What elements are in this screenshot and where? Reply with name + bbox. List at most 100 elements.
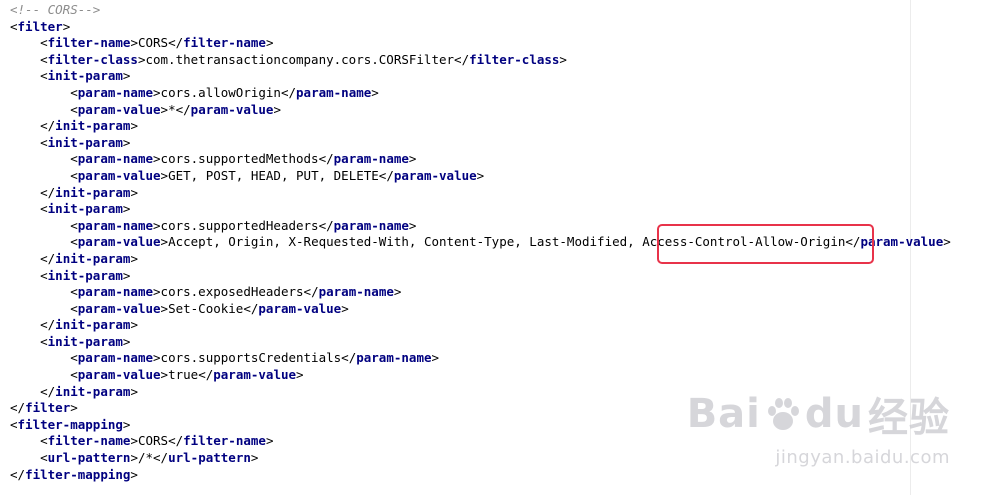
close-tag-name: param-value <box>190 101 274 117</box>
open-tag-name: init-param <box>47 201 123 217</box>
tag-bracket: </ <box>153 450 169 466</box>
open-tag-name: param-name <box>77 217 154 233</box>
tag-bracket: </ <box>243 300 259 316</box>
tag-bracket: > <box>160 300 169 316</box>
tag-bracket: </ <box>175 101 191 117</box>
open-tag-name: init-param <box>47 333 123 349</box>
code-line[interactable]: <init-param> <box>10 68 951 85</box>
open-tag-name: filter-name <box>47 35 131 51</box>
tag-bracket: > <box>153 217 161 233</box>
close-tag-name: param-name <box>333 217 409 233</box>
open-tag-name: param-value <box>77 167 161 183</box>
code-line[interactable]: <!-- CORS--> <box>10 2 951 19</box>
code-line[interactable]: <param-name>cors.supportedMethods</param… <box>10 151 951 168</box>
open-tag-name: init-param <box>47 68 123 84</box>
watermark-brand: Bai <box>686 391 761 437</box>
tag-bracket: > <box>160 101 169 117</box>
element-value: CORS <box>137 433 169 449</box>
tag-bracket: > <box>153 284 161 300</box>
close-tag-name: param-value <box>393 167 477 183</box>
tag-bracket: > <box>130 118 138 134</box>
close-tag-name: init-param <box>55 383 131 399</box>
open-tag-name: filter <box>17 18 63 34</box>
open-tag-name: param-name <box>77 284 154 300</box>
element-value: true <box>168 367 199 383</box>
tag-bracket: > <box>122 333 131 349</box>
code-line[interactable]: <param-value>true</param-value> <box>10 367 951 384</box>
close-tag-name: init-param <box>55 118 131 134</box>
tag-bracket: > <box>341 300 349 316</box>
tag-bracket: > <box>130 466 138 482</box>
code-line[interactable]: <filter-name>CORS</filter-name> <box>10 35 951 52</box>
tag-bracket: > <box>273 101 281 117</box>
code-line[interactable]: <init-param> <box>10 334 951 351</box>
code-line[interactable]: <init-param> <box>10 201 951 218</box>
code-line[interactable]: </init-param> <box>10 118 951 135</box>
tag-bracket: </ <box>168 433 184 449</box>
tag-bracket: > <box>122 416 131 432</box>
tag-bracket: < <box>40 35 48 51</box>
element-value: /* <box>137 450 154 466</box>
tag-bracket: > <box>130 450 138 466</box>
code-line[interactable]: <init-param> <box>10 268 951 285</box>
code-line[interactable]: </init-param> <box>10 185 951 202</box>
tag-bracket: > <box>160 167 169 183</box>
close-tag-name: param-name <box>318 284 394 300</box>
open-tag-name: param-value <box>77 367 161 383</box>
tag-bracket: > <box>265 433 274 449</box>
tag-bracket: </ <box>198 367 214 383</box>
tag-bracket: </ <box>40 317 56 333</box>
code-line[interactable]: <param-value>GET, POST, HEAD, PUT, DELET… <box>10 168 951 185</box>
tag-bracket: </ <box>40 250 56 266</box>
tag-bracket: < <box>40 433 48 449</box>
element-value: cors.supportedHeaders <box>160 217 319 233</box>
tag-bracket: </ <box>318 151 334 167</box>
code-line[interactable]: <filter-class>com.thetransactioncompany.… <box>10 52 951 69</box>
close-tag-name: filter <box>25 400 71 416</box>
tag-bracket: > <box>122 134 131 150</box>
open-tag-name: param-value <box>77 300 161 316</box>
tag-bracket: > <box>943 234 951 250</box>
tag-bracket: </ <box>10 466 26 482</box>
open-tag-name: param-value <box>77 234 161 250</box>
code-line[interactable]: <init-param> <box>10 135 951 152</box>
tag-bracket: </ <box>454 51 470 67</box>
close-tag-name: init-param <box>55 184 131 200</box>
watermark-logo: Bai du 经验 <box>687 385 950 443</box>
tag-bracket: > <box>160 367 169 383</box>
open-tag-name: param-name <box>77 350 154 366</box>
code-line[interactable]: <param-name>cors.exposedHeaders</param-n… <box>10 284 951 301</box>
tag-bracket: < <box>40 201 48 217</box>
close-tag-name: filter-name <box>183 35 266 51</box>
tag-bracket: </ <box>10 400 26 416</box>
tag-bracket: </ <box>378 167 394 183</box>
tag-bracket: > <box>130 433 138 449</box>
code-line[interactable]: </filter-mapping> <box>10 467 951 484</box>
element-value: cors.supportsCredentials <box>160 350 342 366</box>
tag-bracket: > <box>371 84 379 100</box>
tag-bracket: > <box>160 234 169 250</box>
tag-bracket: > <box>122 267 131 283</box>
tag-bracket: < <box>40 450 48 466</box>
tag-bracket: </ <box>40 383 56 399</box>
tag-bracket: </ <box>168 35 184 51</box>
close-tag-name: filter-name <box>183 433 266 449</box>
tag-bracket: </ <box>341 350 357 366</box>
code-line[interactable]: <filter> <box>10 19 951 36</box>
tag-bracket: > <box>122 201 131 217</box>
code-line[interactable]: <param-name>cors.supportsCredentials</pa… <box>10 350 951 367</box>
watermark-brand-suffix: du <box>804 391 864 437</box>
code-line[interactable]: <param-value>*</param-value> <box>10 102 951 119</box>
code-line[interactable]: <param-value>Set-Cookie</param-value> <box>10 301 951 318</box>
tag-bracket: > <box>130 35 138 51</box>
tag-bracket: > <box>130 317 138 333</box>
close-tag-name: init-param <box>55 317 131 333</box>
tag-bracket: < <box>40 134 48 150</box>
tag-bracket: < <box>40 68 48 84</box>
code-line[interactable]: <param-name>cors.allowOrigin</param-name… <box>10 85 951 102</box>
code-line[interactable]: </init-param> <box>10 317 951 334</box>
open-tag-name: url-pattern <box>47 450 131 466</box>
tag-bracket: > <box>296 367 304 383</box>
close-tag-name: init-param <box>55 250 131 266</box>
watermark-url: jingyan.baidu.com <box>775 447 950 468</box>
